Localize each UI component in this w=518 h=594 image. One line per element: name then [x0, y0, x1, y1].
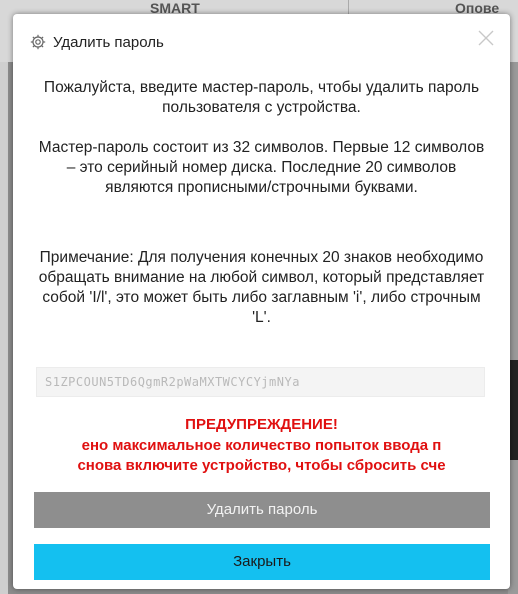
- instruction-text: Пожалуйста, введите мастер-пароль, чтобы…: [43, 79, 480, 116]
- delete-password-button[interactable]: Удалить пароль: [34, 492, 490, 528]
- gear-icon: [30, 34, 46, 50]
- warning-message-line-2: снова включите устройство, чтобы сбросит…: [77, 457, 446, 474]
- warning-title: ПРЕДУПРЕЖДЕНИЕ!: [185, 416, 338, 433]
- master-password-input[interactable]: S1ZPCOUN5TD6QgmR2pWaMXTWCYCYjmNYa: [36, 367, 485, 397]
- close-button[interactable]: Закрыть: [34, 544, 490, 580]
- dialog-title: Удалить пароль: [53, 34, 164, 51]
- dialog-titlebar: Удалить пароль: [13, 14, 510, 64]
- password-format-text: Мастер-пароль состоит из 32 символов. Пе…: [38, 139, 485, 196]
- delete-password-dialog: Удалить пароль Пожалуйста, введите масте…: [13, 14, 510, 589]
- warning-message-line-1: ено максимальное количество попыток ввод…: [81, 437, 442, 454]
- background-left-panel: [0, 62, 8, 594]
- close-icon[interactable]: [474, 26, 498, 50]
- note-text: Примечание: Для получения конечных 20 зн…: [38, 249, 485, 326]
